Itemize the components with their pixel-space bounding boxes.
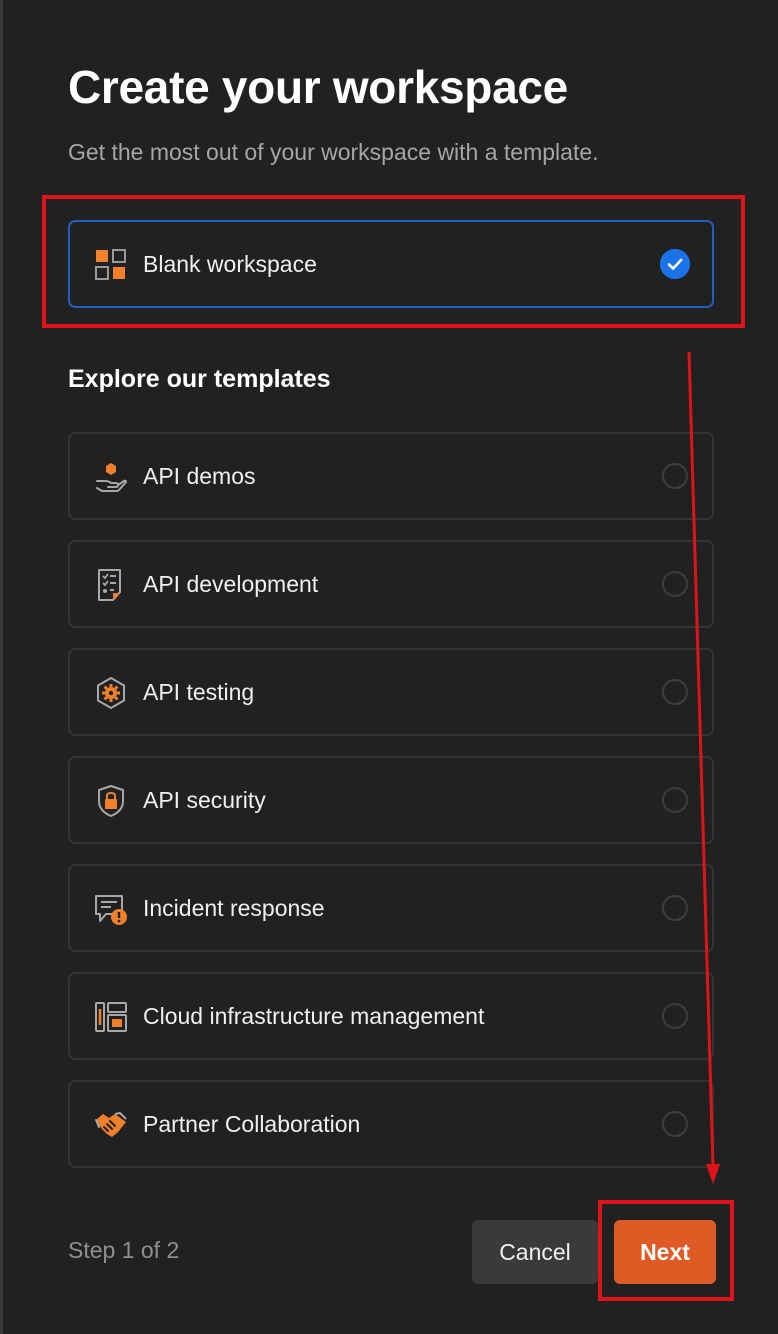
template-option-api-development[interactable]: API development [68,540,714,628]
next-button[interactable]: Next [614,1220,716,1284]
template-option-api-security[interactable]: API security [68,756,714,844]
template-label: Cloud infrastructure management [143,1003,485,1029]
checklist-document-icon [94,568,128,602]
radio-button[interactable] [662,463,688,489]
blank-workspace-option[interactable]: Blank workspace [68,220,714,308]
grid-squares-icon [94,248,128,282]
window-edge [0,0,3,1334]
template-label: API testing [143,679,255,705]
template-label: Incident response [143,895,325,921]
create-workspace-dialog: Create your workspace Get the most out o… [0,0,778,1334]
step-indicator: Step 1 of 2 [68,1237,180,1263]
server-rack-icon [94,1000,128,1034]
hand-holding-hexagon-icon [94,460,128,494]
page-subtitle: Get the most out of your workspace with … [68,139,599,165]
template-option-incident-response[interactable]: Incident response [68,864,714,952]
chat-alert-icon [94,892,128,926]
handshake-icon [94,1108,128,1142]
template-option-cloud-infrastructure[interactable]: Cloud infrastructure management [68,972,714,1060]
template-option-api-testing[interactable]: API testing [68,648,714,736]
template-label: API development [143,571,319,597]
radio-button[interactable] [662,571,688,597]
radio-button[interactable] [662,1111,688,1137]
template-label: API security [143,787,266,813]
radio-button[interactable] [662,787,688,813]
template-option-api-demos[interactable]: API demos [68,432,714,520]
template-label: Partner Collaboration [143,1111,361,1137]
template-option-partner-collaboration[interactable]: Partner Collaboration [68,1080,714,1168]
radio-button[interactable] [662,895,688,921]
selected-check-icon[interactable] [660,249,690,279]
radio-button[interactable] [662,679,688,705]
blank-workspace-label: Blank workspace [143,251,317,277]
radio-button[interactable] [662,1003,688,1029]
shield-lock-icon [94,784,128,818]
cancel-button[interactable]: Cancel [472,1220,598,1284]
page-title: Create your workspace [68,61,568,113]
gear-hexagon-icon [94,676,128,710]
template-label: API demos [143,463,256,489]
templates-heading: Explore our templates [68,365,331,393]
